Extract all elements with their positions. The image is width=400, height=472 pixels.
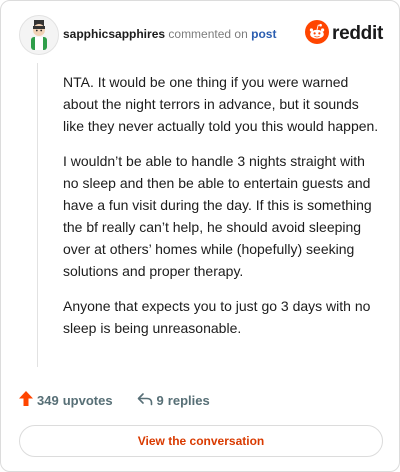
post-link[interactable]: post — [251, 27, 276, 41]
comment-paragraph: NTA. It would be one thing if you were w… — [63, 74, 379, 134]
replies-stat[interactable]: 9 replies — [137, 392, 210, 409]
replies-label: replies — [167, 392, 210, 408]
reddit-snoo-icon — [305, 19, 330, 49]
comment-paragraph: I wouldn’t be able to handle 3 nights st… — [63, 153, 372, 279]
replies-count: 9 — [156, 392, 164, 408]
comment-paragraph: Anyone that expects you to just go 3 day… — [63, 298, 371, 336]
upvotes-label: upvotes — [62, 392, 113, 408]
reply-arrow-icon — [137, 392, 157, 409]
comment-embed-card: sapphicsapphires commented on post reddi… — [0, 0, 400, 472]
comment-attribution: sapphicsapphires commented on post — [63, 27, 276, 41]
user-avatar-icon[interactable] — [19, 15, 59, 55]
comment-body: NTA. It would be one thing if you were w… — [63, 71, 379, 352]
reddit-wordmark: reddit — [332, 23, 383, 44]
view-conversation-button[interactable]: View the conversation — [19, 425, 383, 457]
upvote-arrow-icon — [19, 391, 37, 409]
comment-stats: 349 upvotes 9 replies — [19, 389, 210, 411]
upvotes-count: 349 — [37, 392, 59, 408]
upvotes-stat[interactable]: 349 upvotes — [19, 391, 113, 409]
reddit-logo[interactable]: reddit — [305, 19, 383, 49]
action-text: commented on — [168, 27, 248, 41]
thread-line — [37, 63, 38, 367]
username-link[interactable]: sapphicsapphires — [63, 27, 165, 41]
comment-header: sapphicsapphires commented on post reddi… — [19, 15, 385, 55]
